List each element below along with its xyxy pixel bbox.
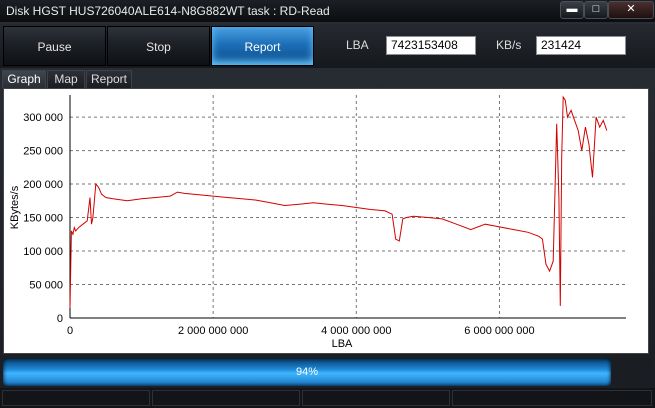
- toolbar: Pause Stop Report LBA 7423153408 KB/s 23…: [0, 24, 655, 68]
- x-tick-label: 2 000 000 000: [178, 325, 248, 337]
- x-tick-label: 6 000 000 000: [464, 325, 534, 337]
- title-bar: Disk HGST HUS726040ALE614-N8G882WT task …: [0, 0, 655, 22]
- speed-chart: 0 50 000 100 000 150 000 200 000 250 000 300 0…: [9, 95, 626, 350]
- kbs-label: KB/s: [496, 38, 522, 52]
- x-tick-label: 0: [67, 325, 73, 337]
- status-segment: [452, 390, 652, 406]
- progress-tail: [612, 358, 652, 386]
- minimize-icon: ▬: [566, 3, 578, 15]
- speed-series-line: [69, 95, 608, 309]
- status-segment: [302, 390, 450, 406]
- lba-field[interactable]: 7423153408: [386, 36, 476, 55]
- y-tick-label: 250 000: [23, 146, 63, 158]
- status-segment: [152, 390, 300, 406]
- x-axis-label: LBA: [332, 338, 353, 350]
- kbs-field[interactable]: 231424: [536, 36, 626, 55]
- stop-button[interactable]: Stop: [107, 26, 210, 66]
- y-tick-label: 200 000: [23, 179, 63, 191]
- status-segment: [2, 390, 150, 406]
- status-bar: [0, 388, 655, 408]
- progress-label: 94%: [295, 366, 319, 378]
- progress-bar: 94%: [3, 358, 611, 386]
- y-axis-label: KBytes/s: [9, 185, 21, 229]
- app-window: Disk HGST HUS726040ALE614-N8G882WT task …: [0, 0, 655, 408]
- y-tick-label: 50 000: [29, 280, 63, 292]
- graph-panel: 0 50 000 100 000 150 000 200 000 250 000 300 0…: [3, 88, 649, 354]
- maximize-icon: □: [592, 3, 600, 15]
- minimize-button[interactable]: ▬: [560, 1, 584, 19]
- window-title: Disk HGST HUS726040ALE614-N8G882WT task …: [6, 4, 330, 18]
- x-tick-label: 4 000 000 000: [321, 325, 391, 337]
- close-icon: ✕: [626, 3, 636, 15]
- close-button[interactable]: ✕: [608, 1, 654, 19]
- tab-report[interactable]: Report: [86, 70, 132, 88]
- maximize-button[interactable]: □: [584, 1, 608, 19]
- report-button[interactable]: Report: [211, 26, 314, 66]
- y-tick-label: 300 000: [23, 112, 63, 124]
- tab-map[interactable]: Map: [47, 70, 85, 88]
- y-tick-label: 100 000: [23, 246, 63, 258]
- y-tick-label: 0: [57, 313, 63, 325]
- y-tick-label: 150 000: [23, 213, 63, 225]
- pause-button[interactable]: Pause: [3, 26, 106, 66]
- lba-label: LBA: [346, 38, 369, 52]
- tab-graph[interactable]: Graph: [2, 70, 46, 88]
